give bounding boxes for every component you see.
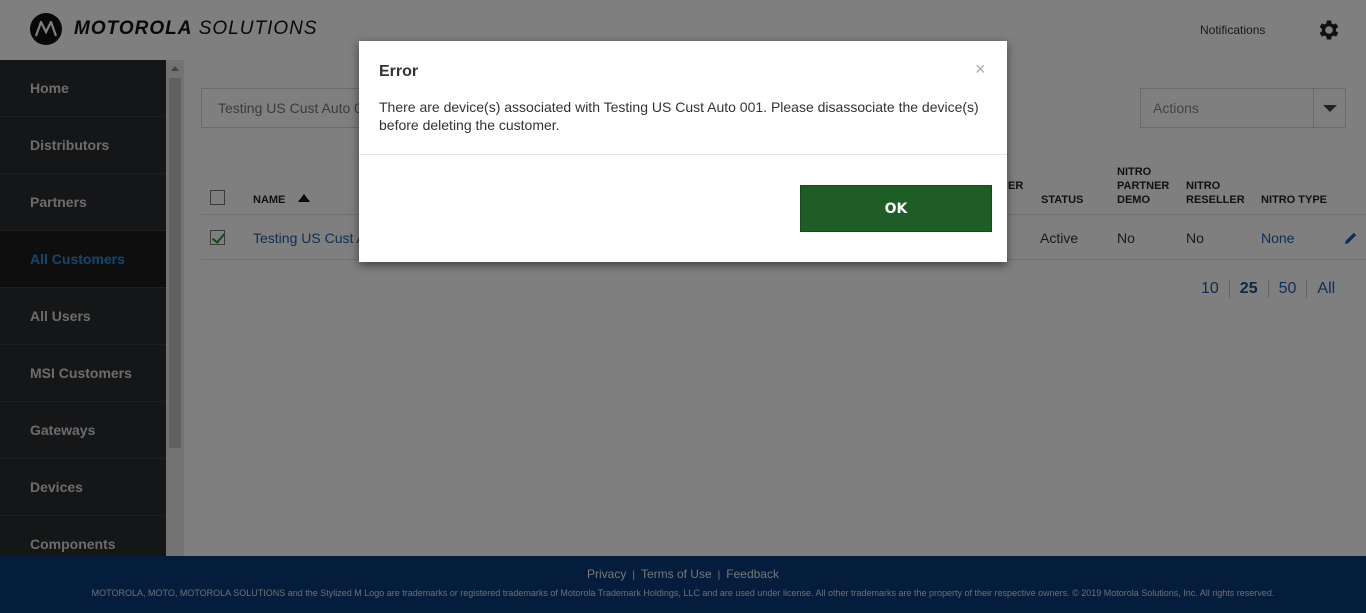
ok-button[interactable]: OK bbox=[800, 185, 992, 232]
dialog-divider bbox=[359, 154, 1007, 155]
close-icon[interactable]: × bbox=[975, 59, 986, 80]
dialog-title: Error bbox=[379, 63, 419, 80]
dialog-message: There are device(s) associated with Test… bbox=[379, 99, 979, 133]
error-dialog: Error × There are device(s) associated w… bbox=[359, 41, 1007, 262]
